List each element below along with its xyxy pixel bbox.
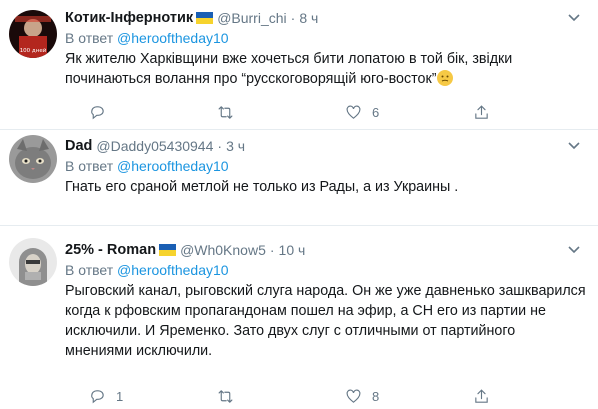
chevron-down-icon[interactable] [564, 240, 584, 260]
tweet-text: Гнать его сраной метлой не только из Рад… [65, 179, 459, 195]
share-icon [475, 388, 488, 403]
display-name[interactable]: Dad [65, 136, 92, 156]
reply-count: 1 [116, 388, 124, 404]
emoji-icon [436, 70, 453, 86]
reply-mention-link[interactable]: @herooftheday10 [117, 30, 229, 46]
timestamp[interactable]: 8 ч [299, 8, 318, 28]
retweet-icon [218, 389, 233, 403]
share-icon [475, 104, 488, 119]
retweet-button[interactable] [217, 388, 345, 405]
chevron-down-icon[interactable] [564, 136, 584, 156]
user-handle[interactable]: @Burri_chi [217, 8, 286, 28]
tweet[interactable]: 25% - Roman @Wh0Know5 · 10 ч В ответ @he… [0, 226, 598, 409]
reply-context: В ответ @herooftheday10 [65, 28, 586, 48]
ukraine-flag-icon [159, 244, 177, 256]
display-name[interactable]: Котик-Інфернотик [65, 8, 193, 28]
like-icon [346, 105, 361, 119]
reply-mention-link[interactable]: @herooftheday10 [117, 158, 229, 174]
timestamp[interactable]: 10 ч [279, 240, 306, 260]
ukraine-flag-icon [196, 12, 214, 24]
reply-icon [91, 105, 104, 119]
tweet[interactable]: 100 дней Котик-Інфернотик @Burri_chi · 8… [0, 0, 598, 130]
reply-prefix: В ответ [65, 158, 114, 174]
avatar[interactable]: 100 дней [9, 10, 57, 58]
tweet-text: Як жителю Харківщини вже хочеться бити л… [65, 49, 586, 89]
separator-dot: · [217, 138, 223, 154]
like-count: 8 [372, 388, 380, 404]
tweet[interactable]: Dad @Daddy05430944 · 3 ч В ответ @heroof… [0, 130, 598, 226]
reply-button[interactable]: 1 [89, 388, 217, 405]
like-count: 6 [372, 104, 380, 120]
user-handle[interactable]: @Daddy05430944 [96, 136, 213, 156]
reply-button[interactable] [89, 104, 217, 121]
user-handle[interactable]: @Wh0Know5 [180, 240, 266, 260]
like-button[interactable]: 8 [345, 388, 473, 405]
like-button[interactable]: 6 [345, 104, 473, 121]
reply-context: В ответ @herooftheday10 [65, 260, 586, 280]
timestamp[interactable]: 3 ч [226, 136, 245, 156]
reply-context: В ответ @herooftheday10 [65, 156, 586, 176]
tweet-text: Рыговский канал, рыговский слуга народа.… [65, 283, 586, 359]
share-button[interactable] [473, 104, 598, 121]
share-button[interactable] [473, 388, 598, 405]
chevron-down-icon[interactable] [564, 8, 584, 28]
avatar-caption: 100 дней [20, 47, 47, 54]
reply-icon [91, 389, 104, 403]
avatar[interactable] [9, 135, 57, 183]
reply-prefix: В ответ [65, 30, 114, 46]
display-name[interactable]: 25% - Roman [65, 240, 156, 260]
separator-dot: · [269, 242, 275, 258]
retweet-button[interactable] [217, 104, 345, 121]
tweet-actions: 6 [65, 102, 598, 122]
retweet-icon [218, 105, 233, 119]
separator-dot: · [290, 10, 296, 26]
tweet-actions: 1 8 [65, 386, 598, 406]
like-icon [346, 389, 361, 403]
reply-prefix: В ответ [65, 262, 114, 278]
avatar[interactable] [9, 238, 57, 286]
reply-mention-link[interactable]: @herooftheday10 [117, 262, 229, 278]
